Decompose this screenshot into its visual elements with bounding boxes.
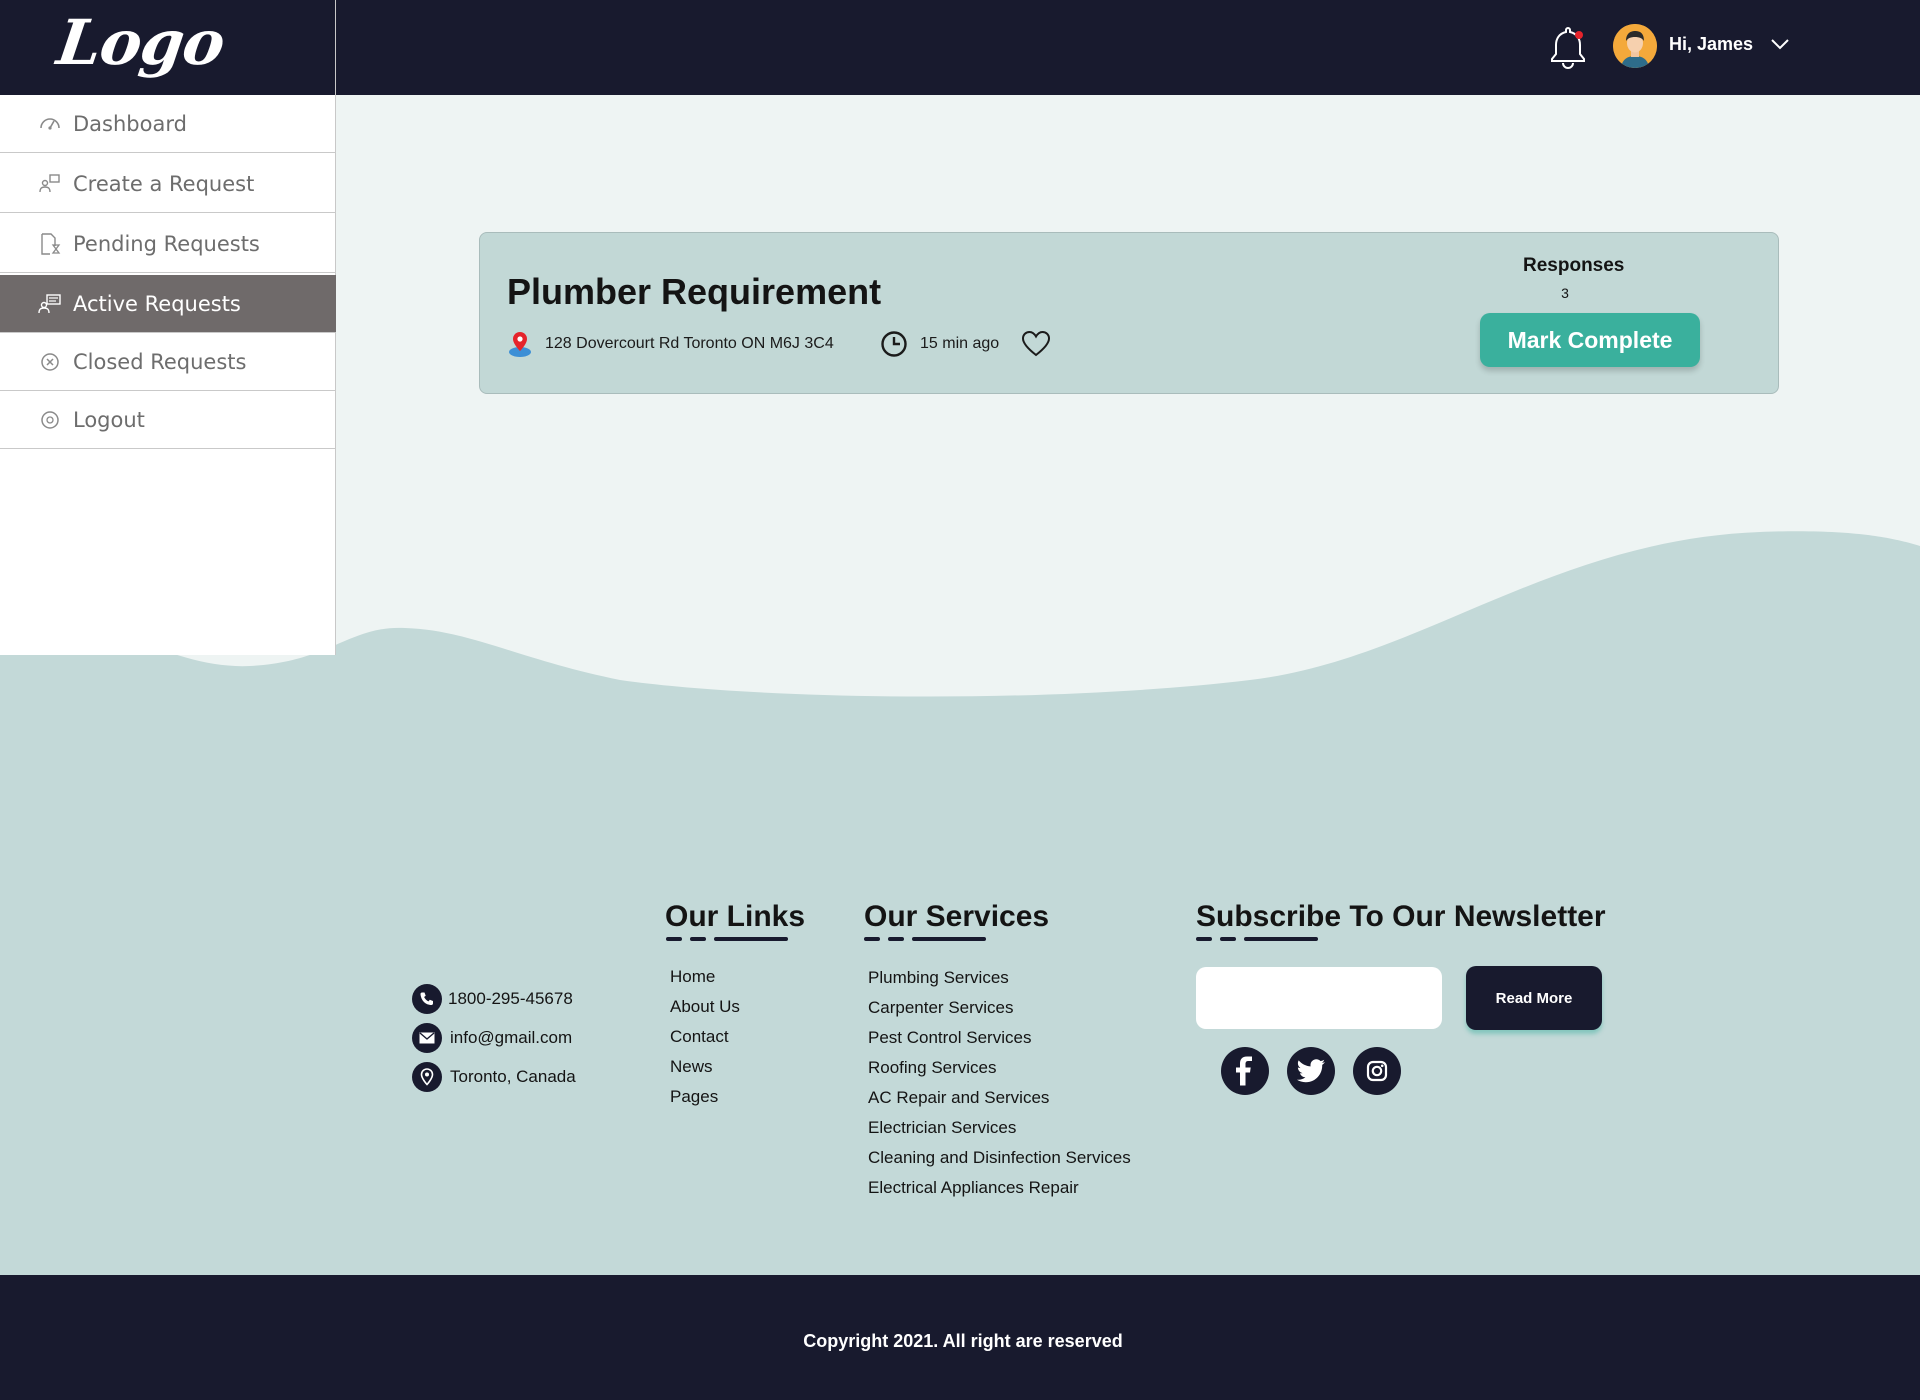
email-text: info@gmail.com	[450, 1028, 573, 1047]
create-request-icon	[39, 173, 60, 192]
footer-service-item[interactable]: Carpenter Services	[868, 998, 1014, 1018]
phone-text: 1800-295-45678	[448, 989, 573, 1008]
footer-service-item[interactable]: Roofing Services	[868, 1058, 997, 1078]
phone-icon	[412, 984, 442, 1014]
request-card[interactable]: Plumber Requirement 128 Dovercourt Rd To…	[479, 232, 1779, 394]
user-avatar-icon	[1613, 24, 1657, 68]
footer-link-pages[interactable]: Pages	[670, 1087, 718, 1107]
newsletter-email-input[interactable]	[1196, 967, 1442, 1029]
top-bar: Logo Hi, James	[0, 0, 1920, 95]
footer-link-about[interactable]: About Us	[670, 997, 740, 1017]
request-address: 128 Dovercourt Rd Toronto ON M6J 3C4	[507, 329, 834, 359]
sidebar-item-label: Logout	[73, 407, 145, 432]
footer-link-home[interactable]: Home	[670, 967, 715, 987]
location-text: Toronto, Canada	[450, 1067, 576, 1086]
sidebar-item-closed-requests[interactable]: Closed Requests	[0, 333, 336, 391]
sidebar: Dashboard Create a Request Pending Reque…	[0, 95, 336, 655]
sidebar-item-logout[interactable]: Logout	[0, 391, 336, 449]
footer-service-item[interactable]: Plumbing Services	[868, 968, 1009, 988]
footer-location: Toronto, Canada	[412, 1062, 576, 1092]
footer-service-item[interactable]: Pest Control Services	[868, 1028, 1031, 1048]
address-text: 128 Dovercourt Rd Toronto ON M6J 3C4	[545, 335, 834, 352]
facebook-icon[interactable]	[1221, 1047, 1269, 1095]
footer-service-item[interactable]: Cleaning and Disinfection Services	[868, 1148, 1131, 1168]
services-heading-underline	[864, 937, 989, 942]
mark-complete-button[interactable]: Mark Complete	[1480, 313, 1700, 367]
sidebar-item-create-request[interactable]: Create a Request	[0, 155, 336, 213]
active-requests-icon	[38, 293, 61, 313]
notification-dot	[1575, 31, 1583, 39]
newsletter-heading: Subscribe To Our Newsletter	[1196, 900, 1606, 933]
copyright-text: Copyright 2021. All right are reserved	[803, 1331, 1123, 1351]
footer-phone[interactable]: 1800-295-45678	[412, 984, 573, 1014]
sidebar-item-label: Create a Request	[73, 171, 255, 196]
heart-icon[interactable]	[1021, 330, 1051, 358]
footer-link-news[interactable]: News	[670, 1057, 713, 1077]
logo[interactable]: Logo	[53, 6, 229, 79]
twitter-icon[interactable]	[1287, 1047, 1335, 1095]
closed-icon	[41, 352, 59, 371]
time-text: 15 min ago	[920, 335, 1000, 352]
location-icon	[412, 1062, 442, 1092]
footer-service-item[interactable]: Electrician Services	[868, 1118, 1016, 1138]
newsletter-heading-underline	[1196, 937, 1321, 942]
links-heading-underline	[666, 937, 791, 942]
notification-bell-icon[interactable]	[1548, 24, 1588, 70]
instagram-icon[interactable]	[1353, 1047, 1401, 1095]
request-title: Plumber Requirement	[507, 271, 882, 312]
responses-count: 3	[1561, 285, 1569, 301]
sidebar-item-pending-requests[interactable]: Pending Requests	[0, 215, 336, 273]
dashboard-icon	[40, 117, 60, 130]
read-more-button[interactable]: Read More	[1466, 966, 1602, 1030]
sidebar-item-dashboard[interactable]: Dashboard	[0, 95, 336, 153]
services-heading: Our Services	[864, 900, 1050, 933]
sidebar-item-label: Pending Requests	[73, 231, 260, 256]
footer-service-item[interactable]: AC Repair and Services	[868, 1088, 1049, 1108]
location-pin-icon	[509, 332, 531, 357]
user-greeting[interactable]: Hi, James	[1669, 34, 1753, 55]
sidebar-item-label: Active Requests	[73, 291, 241, 316]
avatar[interactable]	[1613, 24, 1657, 68]
copyright-bar: Copyright 2021. All right are reserved	[0, 1275, 1920, 1400]
footer-service-item[interactable]: Electrical Appliances Repair	[868, 1178, 1079, 1198]
pending-icon	[41, 232, 61, 255]
footer-link-contact[interactable]: Contact	[670, 1027, 729, 1047]
footer-email[interactable]: info@gmail.com	[412, 1023, 572, 1053]
sidebar-item-label: Dashboard	[73, 111, 187, 136]
clock-icon	[881, 331, 907, 357]
logo-container: Logo	[0, 0, 336, 95]
sidebar-item-label: Closed Requests	[73, 349, 247, 374]
logout-icon	[41, 410, 59, 429]
chevron-down-icon[interactable]	[1770, 36, 1790, 52]
request-time: 15 min ago	[880, 329, 999, 359]
links-heading: Our Links	[665, 900, 806, 933]
sidebar-item-active-requests[interactable]: Active Requests	[0, 275, 336, 333]
email-icon	[412, 1023, 442, 1053]
responses-label: Responses	[1523, 255, 1625, 276]
